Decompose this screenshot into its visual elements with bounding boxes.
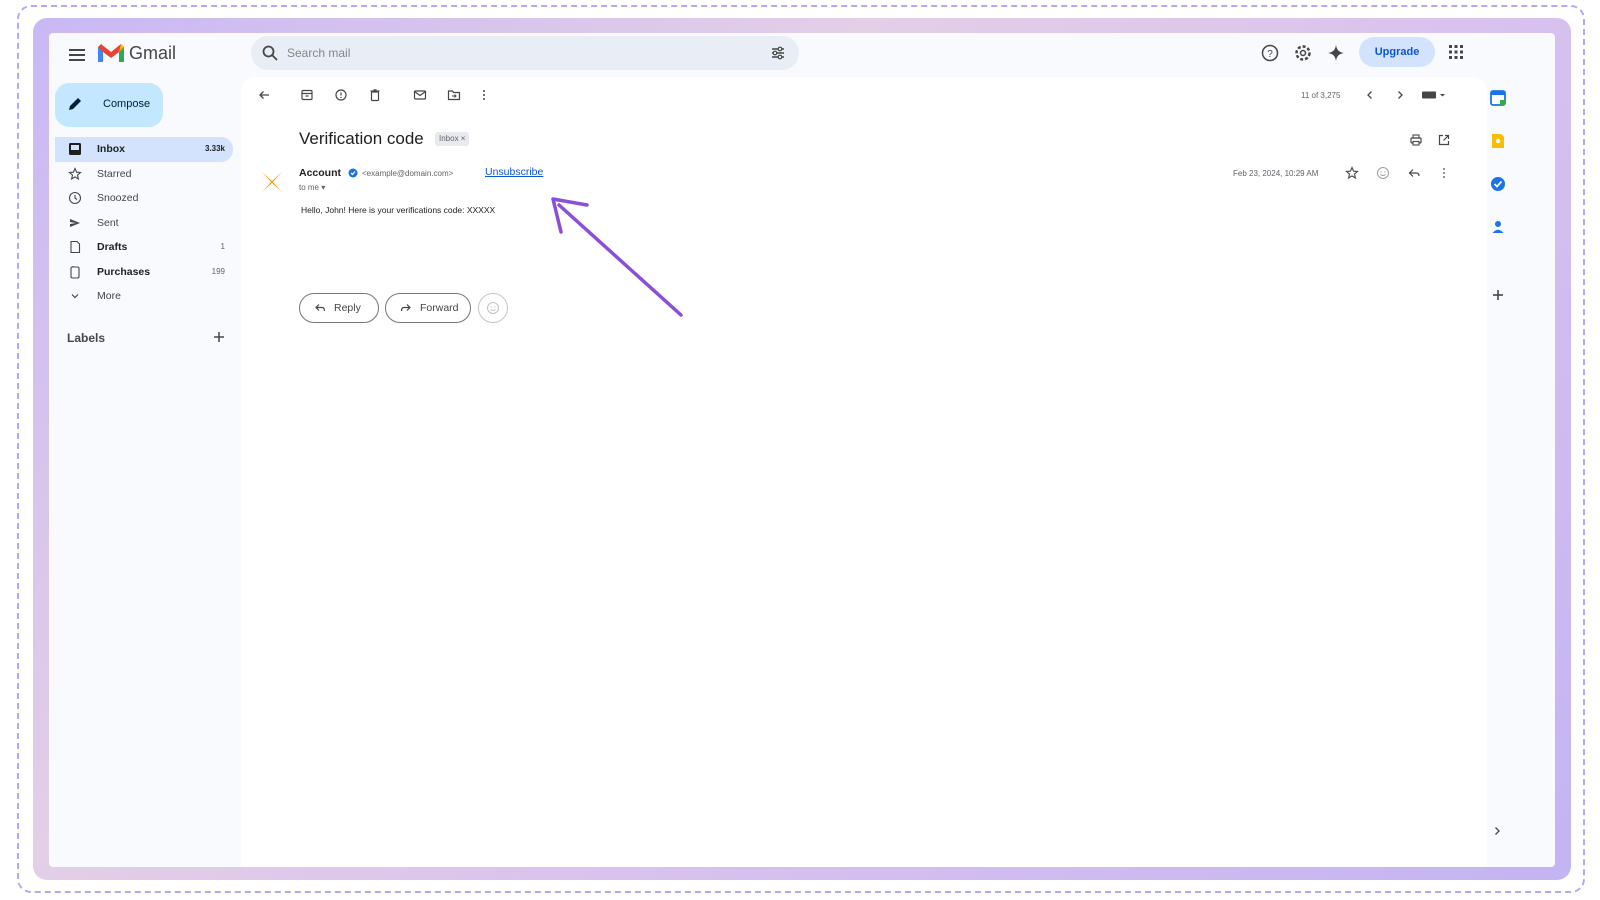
tag-icon	[70, 265, 80, 279]
chevron-down-icon	[71, 294, 79, 299]
sidebar-item-starred[interactable]: Starred	[55, 162, 233, 187]
sidebar-item-more[interactable]: More	[55, 284, 233, 309]
inbox-icon	[69, 143, 81, 155]
archive-icon[interactable]	[300, 88, 314, 102]
hamburger-menu-icon[interactable]	[65, 43, 89, 67]
trash-icon[interactable]	[368, 88, 382, 102]
tasks-icon[interactable]	[1489, 175, 1507, 193]
send-icon	[70, 218, 80, 227]
sidebar-item-label: Snoozed	[97, 192, 139, 204]
sidebar-nav: Inbox 3.33k Starred Snoozed Sent Drafts …	[55, 137, 233, 309]
sidebar-item-sent[interactable]: Sent	[55, 211, 233, 236]
show-side-panel-chevron-icon[interactable]	[1491, 825, 1503, 837]
add-reaction-button[interactable]	[478, 293, 508, 323]
svg-text:?: ?	[1267, 49, 1273, 60]
forward-label: Forward	[420, 302, 459, 314]
sidebar-item-snoozed[interactable]: Snoozed	[55, 186, 233, 211]
mark-unread-icon[interactable]	[413, 88, 427, 102]
message-more-vert-icon[interactable]	[1437, 166, 1451, 180]
sidebar-item-inbox[interactable]: Inbox 3.33k	[55, 137, 233, 162]
clock-icon	[68, 191, 82, 205]
settings-gear-icon[interactable]	[1293, 43, 1313, 63]
move-to-folder-icon[interactable]	[447, 88, 461, 102]
contacts-icon[interactable]	[1489, 218, 1507, 236]
open-in-new-window-icon[interactable]	[1437, 133, 1451, 147]
smiley-icon	[487, 302, 499, 314]
email-date: Feb 23, 2024, 10:29 AM	[1233, 169, 1319, 178]
sender-avatar[interactable]	[259, 169, 285, 195]
sidebar-item-label: Sent	[97, 216, 119, 229]
chevron-right-icon[interactable]	[1393, 88, 1407, 102]
upgrade-button[interactable]: Upgrade	[1359, 37, 1435, 67]
draft-icon	[70, 240, 81, 254]
email-subject: Verification code	[299, 129, 424, 148]
more-vert-icon[interactable]	[477, 88, 491, 102]
sidebar-item-label: More	[97, 290, 121, 302]
sender-name[interactable]: Account	[299, 167, 341, 179]
sender-email: <example@domain.com>	[362, 169, 454, 178]
reply-icon[interactable]	[1407, 166, 1421, 180]
sidebar-item-purchases[interactable]: Purchases 199	[55, 260, 233, 285]
search-options-icon[interactable]	[770, 45, 786, 61]
inbox-label-chip[interactable]: Inbox ×	[435, 132, 470, 146]
forward-button[interactable]: Forward	[385, 293, 471, 323]
message-pane: 11 of 3,275 Verification code Inbox × Ac…	[241, 77, 1487, 867]
google-apps-grid-icon[interactable]	[1447, 43, 1465, 61]
get-addons-plus-icon[interactable]	[1489, 286, 1507, 304]
reply-arrow-icon	[315, 304, 326, 312]
pagination-text: 11 of 3,275	[1301, 91, 1341, 100]
forward-arrow-icon	[400, 304, 411, 312]
sidebar-item-label: Drafts	[97, 241, 128, 253]
search-bar[interactable]	[251, 36, 799, 70]
verified-check-icon	[348, 168, 358, 178]
item-count: 1	[220, 242, 225, 251]
add-label-plus-icon[interactable]	[212, 330, 226, 344]
item-count: 199	[211, 266, 225, 276]
email-body: Hello, John! Here is your verifications …	[301, 205, 496, 215]
sidebar-item-drafts[interactable]: Drafts 1	[55, 235, 233, 260]
back-arrow-icon[interactable]	[257, 88, 271, 102]
annotation-arrow	[551, 197, 683, 317]
unread-count: 3.33k	[204, 144, 225, 153]
star-icon[interactable]	[1345, 166, 1359, 180]
pencil-icon	[69, 98, 81, 110]
compose-button[interactable]: Compose	[55, 83, 163, 127]
chevron-left-icon[interactable]	[1363, 88, 1377, 102]
recipient-details-toggle[interactable]: to me ▾	[299, 183, 325, 192]
star-icon	[68, 166, 82, 180]
calendar-icon[interactable]	[1489, 89, 1507, 107]
keep-notes-icon[interactable]	[1489, 132, 1507, 150]
sidebar-item-label: Starred	[97, 167, 132, 180]
help-icon[interactable]: ?	[1260, 43, 1280, 63]
reply-label: Reply	[334, 302, 361, 314]
compose-label: Compose	[103, 98, 151, 110]
gemini-sparkle-icon[interactable]	[1326, 43, 1346, 63]
search-icon[interactable]	[261, 44, 279, 62]
gmail-window: Gmail ? Upgra	[49, 33, 1555, 867]
labels-heading: Labels	[67, 331, 106, 345]
report-spam-icon[interactable]	[334, 88, 348, 102]
reply-button[interactable]: Reply	[299, 293, 379, 323]
search-input[interactable]	[287, 42, 747, 64]
gmail-logo-icon[interactable]	[96, 41, 126, 65]
sidebar-item-label: Inbox	[97, 143, 125, 155]
sidebar-item-label: Purchases	[97, 265, 151, 278]
input-tools-keyboard-icon[interactable]	[1421, 88, 1447, 102]
print-icon[interactable]	[1409, 133, 1423, 147]
app-name[interactable]: Gmail	[129, 43, 176, 64]
emoji-reaction-icon[interactable]	[1376, 166, 1390, 180]
